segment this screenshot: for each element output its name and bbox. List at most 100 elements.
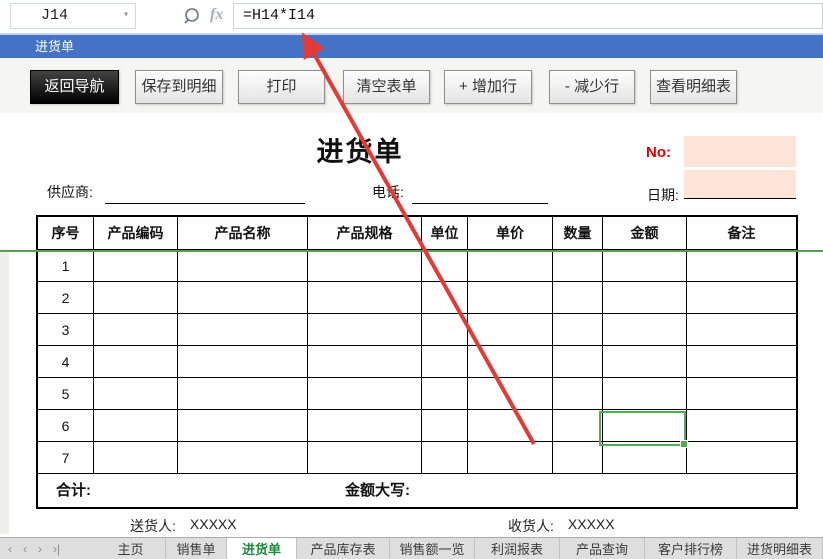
table-cell[interactable] [422,346,468,378]
table-cell[interactable] [308,314,422,346]
table-cell[interactable] [422,250,468,282]
table-cell[interactable] [178,250,308,282]
table-cell[interactable] [94,314,178,346]
sheet-tab-home[interactable]: 主页 [96,538,166,559]
table-cell[interactable] [422,282,468,314]
back-to-nav-button[interactable]: 返回导航 [30,70,119,104]
table-cell[interactable] [308,442,422,474]
table-cell[interactable] [468,442,553,474]
table-cell[interactable] [308,282,422,314]
table-cell[interactable] [687,442,796,474]
table-cell[interactable] [553,282,603,314]
table-cell[interactable] [178,410,308,442]
header-amount[interactable]: 金额 [603,217,687,250]
formula-input[interactable]: =H14*I14 [233,3,823,29]
header-product-spec[interactable]: 产品规格 [308,217,422,250]
table-cell[interactable] [94,410,178,442]
table-cell[interactable] [603,346,687,378]
sheet-tab-sales-overview[interactable]: 销售额一览 [390,538,475,559]
row-number-cell[interactable]: 5 [38,378,94,410]
table-cell[interactable] [94,346,178,378]
header-seq[interactable]: 序号 [38,217,94,250]
table-cell[interactable] [178,282,308,314]
row-number-cell[interactable]: 1 [38,250,94,282]
table-cell[interactable] [553,314,603,346]
table-cell[interactable] [468,314,553,346]
clear-form-button[interactable]: 清空表单 [343,70,430,104]
table-cell[interactable] [603,442,687,474]
table-cell[interactable] [468,282,553,314]
sheet-tab-purchase-detail[interactable]: 进货明细表 [737,538,823,559]
table-cell[interactable] [603,282,687,314]
table-cell[interactable] [553,442,603,474]
no-input-cell[interactable] [684,136,796,167]
header-quantity[interactable]: 数量 [553,217,603,250]
print-button[interactable]: 打印 [238,70,325,104]
header-unit[interactable]: 单位 [422,217,468,250]
next-sheet-icon[interactable]: › [38,542,42,556]
table-cell[interactable] [687,346,796,378]
table-cell[interactable] [603,314,687,346]
table-cell[interactable] [308,346,422,378]
name-box[interactable]: J14 ▾ [10,3,136,29]
view-detail-table-button[interactable]: 查看明细表 [650,70,737,104]
table-cell[interactable] [94,250,178,282]
header-unit-price[interactable]: 单价 [468,217,553,250]
table-cell[interactable] [687,378,796,410]
table-cell[interactable] [553,378,603,410]
table-cell[interactable] [687,250,796,282]
table-cell[interactable] [422,410,468,442]
row-number-cell[interactable]: 7 [38,442,94,474]
row-number-cell[interactable]: 2 [38,282,94,314]
table-cell[interactable] [94,282,178,314]
table-cell[interactable] [422,442,468,474]
first-sheet-icon[interactable]: ‹ [8,542,12,556]
sheet-tab-sales-order[interactable]: 销售单 [166,538,227,559]
add-row-button[interactable]: + 增加行 [444,70,532,104]
row-number-cell[interactable]: 3 [38,314,94,346]
sheet-tab-product-query[interactable]: 产品查询 [560,538,645,559]
table-cell[interactable] [308,410,422,442]
date-input-cell[interactable] [684,170,796,199]
last-sheet-icon[interactable]: ›| [53,542,60,556]
table-cell[interactable] [178,314,308,346]
table-cell[interactable] [308,378,422,410]
remove-row-button[interactable]: - 减少行 [549,70,635,104]
sheet-tab-profit-report[interactable]: 利润报表 [475,538,560,559]
save-to-detail-button[interactable]: 保存到明细 [135,70,223,104]
table-cell[interactable] [468,250,553,282]
table-row: 1 [38,250,796,282]
fx-icon[interactable]: fx [210,6,223,24]
table-cell[interactable] [94,442,178,474]
table-cell[interactable] [94,378,178,410]
chevron-down-icon[interactable]: ▾ [123,4,129,28]
total-label: 合计: [56,474,91,507]
table-cell[interactable] [687,282,796,314]
table-cell[interactable] [687,410,796,442]
table-cell[interactable] [308,250,422,282]
table-cell[interactable] [178,378,308,410]
table-cell[interactable] [468,346,553,378]
table-cell[interactable] [178,442,308,474]
table-cell[interactable] [468,378,553,410]
table-cell[interactable] [178,346,308,378]
header-product-name[interactable]: 产品名称 [178,217,308,250]
table-cell[interactable] [687,314,796,346]
row-number-cell[interactable]: 6 [38,410,94,442]
sheet-tab-inventory[interactable]: 产品库存表 [297,538,390,559]
table-cell[interactable] [603,250,687,282]
table-cell[interactable] [553,410,603,442]
header-remark[interactable]: 备注 [687,217,796,250]
sheet-tab-customer-ranking[interactable]: 客户排行榜 [645,538,737,559]
magnifier-icon[interactable] [182,6,204,28]
table-cell[interactable] [553,250,603,282]
table-cell[interactable] [422,314,468,346]
row-number-cell[interactable]: 4 [38,346,94,378]
table-cell[interactable] [468,410,553,442]
header-product-code[interactable]: 产品编码 [94,217,178,250]
prev-sheet-icon[interactable]: ‹ [23,542,27,556]
sheet-tab-purchase-order[interactable]: 进货单 [227,538,297,559]
table-cell[interactable] [603,378,687,410]
table-cell[interactable] [422,378,468,410]
table-cell[interactable] [553,346,603,378]
